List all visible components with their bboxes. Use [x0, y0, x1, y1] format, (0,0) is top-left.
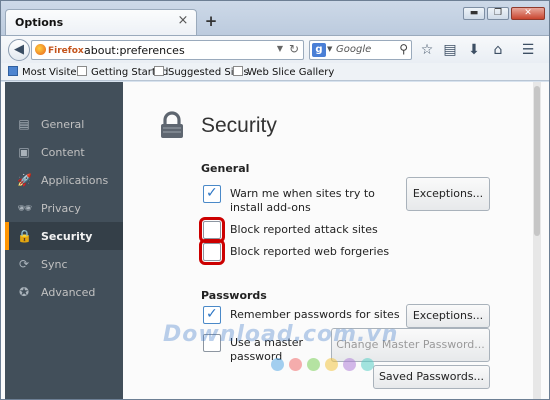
sidebar-item-privacy[interactable]: 🕶 Privacy	[5, 194, 123, 222]
sidebar-item-advanced[interactable]: ✪ Advanced	[5, 278, 123, 306]
preferences-sidebar: ▤ General ▣ Content 🚀 Applications 🕶 Pri…	[5, 82, 123, 399]
browser-window: Options × + ▬ ❐ ✕ ◀ Firefox about:prefer…	[0, 0, 550, 400]
saved-passwords-button[interactable]: Saved Passwords...	[373, 365, 490, 389]
url-text[interactable]: about:preferences	[84, 44, 185, 57]
navigation-toolbar: ◀ Firefox about:preferences ▼ ↻ g ▼ Goog…	[1, 35, 549, 63]
tab-title: Options	[15, 16, 64, 29]
sidebar-item-label: Content	[41, 146, 85, 159]
sidebar-item-label: Sync	[41, 258, 68, 271]
vertical-scrollbar[interactable]	[533, 82, 541, 399]
bookmark-label: Most Visited	[22, 67, 83, 78]
reading-list-icon[interactable]: ▤	[441, 41, 459, 59]
sidebar-item-label: Applications	[41, 174, 109, 187]
url-bar[interactable]: Firefox about:preferences ▼ ↻	[31, 40, 304, 60]
sidebar-item-general[interactable]: ▤ General	[5, 110, 123, 138]
search-engine-icon[interactable]: g	[312, 43, 326, 57]
warn-addons-checkbox[interactable]	[203, 185, 221, 203]
watermark-dot	[361, 358, 374, 371]
tab-options[interactable]: Options ×	[5, 9, 197, 35]
sidebar-item-applications[interactable]: 🚀 Applications	[5, 166, 123, 194]
tab-close-icon[interactable]: ×	[176, 14, 190, 28]
passwords-group-title: Passwords	[201, 289, 267, 302]
addon-exceptions-button[interactable]: Exceptions...	[406, 177, 490, 211]
sidebar-item-security[interactable]: 🔒 Security	[5, 222, 123, 250]
privacy-icon: 🕶	[17, 201, 33, 215]
folder-icon	[8, 66, 18, 76]
sidebar-item-label: Advanced	[41, 286, 96, 299]
window-controls: ▬ ❐ ✕	[463, 7, 545, 20]
advanced-icon: ✪	[18, 285, 30, 299]
preferences-content: ▤ General ▣ Content 🚀 Applications 🕶 Pri…	[1, 82, 549, 399]
security-pane: Security General Warn me when sites try …	[123, 82, 541, 399]
general-icon: ▤	[18, 117, 30, 131]
block-forgeries-checkbox[interactable]	[199, 239, 225, 265]
watermark-dot	[343, 358, 356, 371]
star-icon[interactable]: ☆	[418, 41, 436, 59]
search-bar[interactable]: g ▼ Google ⚲	[309, 40, 412, 60]
identity-badge[interactable]: Firefox	[35, 44, 84, 56]
tab-strip: Options × + ▬ ❐ ✕	[1, 1, 549, 35]
menu-icon[interactable]: ☰	[519, 41, 537, 59]
back-icon[interactable]: ◀	[8, 39, 30, 61]
minimize-button[interactable]: ▬	[463, 7, 485, 20]
password-exceptions-button[interactable]: Exceptions...	[406, 304, 490, 328]
security-icon: 🔒	[17, 229, 32, 243]
maximize-button[interactable]: ❐	[487, 7, 509, 20]
firefox-icon	[35, 44, 46, 55]
identity-label: Firefox	[48, 46, 84, 56]
general-group-title: General	[201, 162, 250, 175]
content-icon: ▣	[18, 145, 30, 159]
download-icon[interactable]: ⬇	[465, 41, 483, 59]
padlock-icon	[161, 111, 183, 138]
new-tab-button[interactable]: +	[204, 14, 218, 29]
sidebar-item-label: General	[41, 118, 85, 131]
warn-addons-label[interactable]: Warn me when sites try to install add-ons	[230, 187, 375, 215]
sidebar-item-label: Privacy	[41, 202, 81, 215]
bookmark-web-slice-gallery[interactable]: Web Slice Gallery	[233, 66, 334, 78]
block-attack-label[interactable]: Block reported attack sites	[230, 223, 378, 237]
block-forgeries-label[interactable]: Block reported web forgeries	[230, 245, 389, 259]
watermark-dot	[271, 358, 284, 371]
sidebar-item-content[interactable]: ▣ Content	[5, 138, 123, 166]
watermark-text: Download.com.vn	[163, 322, 399, 347]
watermark-dot	[307, 358, 320, 371]
applications-icon: 🚀	[17, 173, 32, 187]
watermark-dot	[289, 358, 302, 371]
warn-addons-line2: install add-ons	[230, 201, 311, 214]
page-icon	[233, 66, 243, 76]
warn-addons-line1: Warn me when sites try to	[230, 187, 375, 200]
block-attack-checkbox[interactable]	[199, 217, 225, 243]
page-icon	[77, 66, 87, 76]
home-icon[interactable]: ⌂	[489, 41, 507, 59]
history-dropdown-icon[interactable]: ▼	[277, 44, 283, 53]
reload-icon[interactable]: ↻	[289, 42, 299, 56]
page-icon	[154, 66, 164, 76]
sync-icon: ⟳	[18, 257, 30, 271]
page-title: Security	[201, 114, 277, 137]
bookmarks-toolbar: Most Visited Getting Started Suggested S…	[1, 63, 549, 81]
sidebar-item-label: Security	[41, 230, 93, 243]
bookmark-label: Web Slice Gallery	[247, 67, 335, 78]
search-placeholder[interactable]: Google	[336, 44, 371, 55]
remember-passwords-label[interactable]: Remember passwords for sites	[230, 308, 400, 322]
engine-dropdown-icon[interactable]: ▼	[327, 45, 332, 53]
scrollbar-thumb[interactable]	[534, 86, 540, 236]
close-window-button[interactable]: ✕	[511, 7, 545, 20]
sidebar-item-sync[interactable]: ⟳ Sync	[5, 250, 123, 278]
watermark-dot	[325, 358, 338, 371]
search-icon[interactable]: ⚲	[399, 42, 408, 56]
watermark-dots	[271, 358, 374, 371]
bookmark-most-visited[interactable]: Most Visited	[8, 66, 83, 78]
